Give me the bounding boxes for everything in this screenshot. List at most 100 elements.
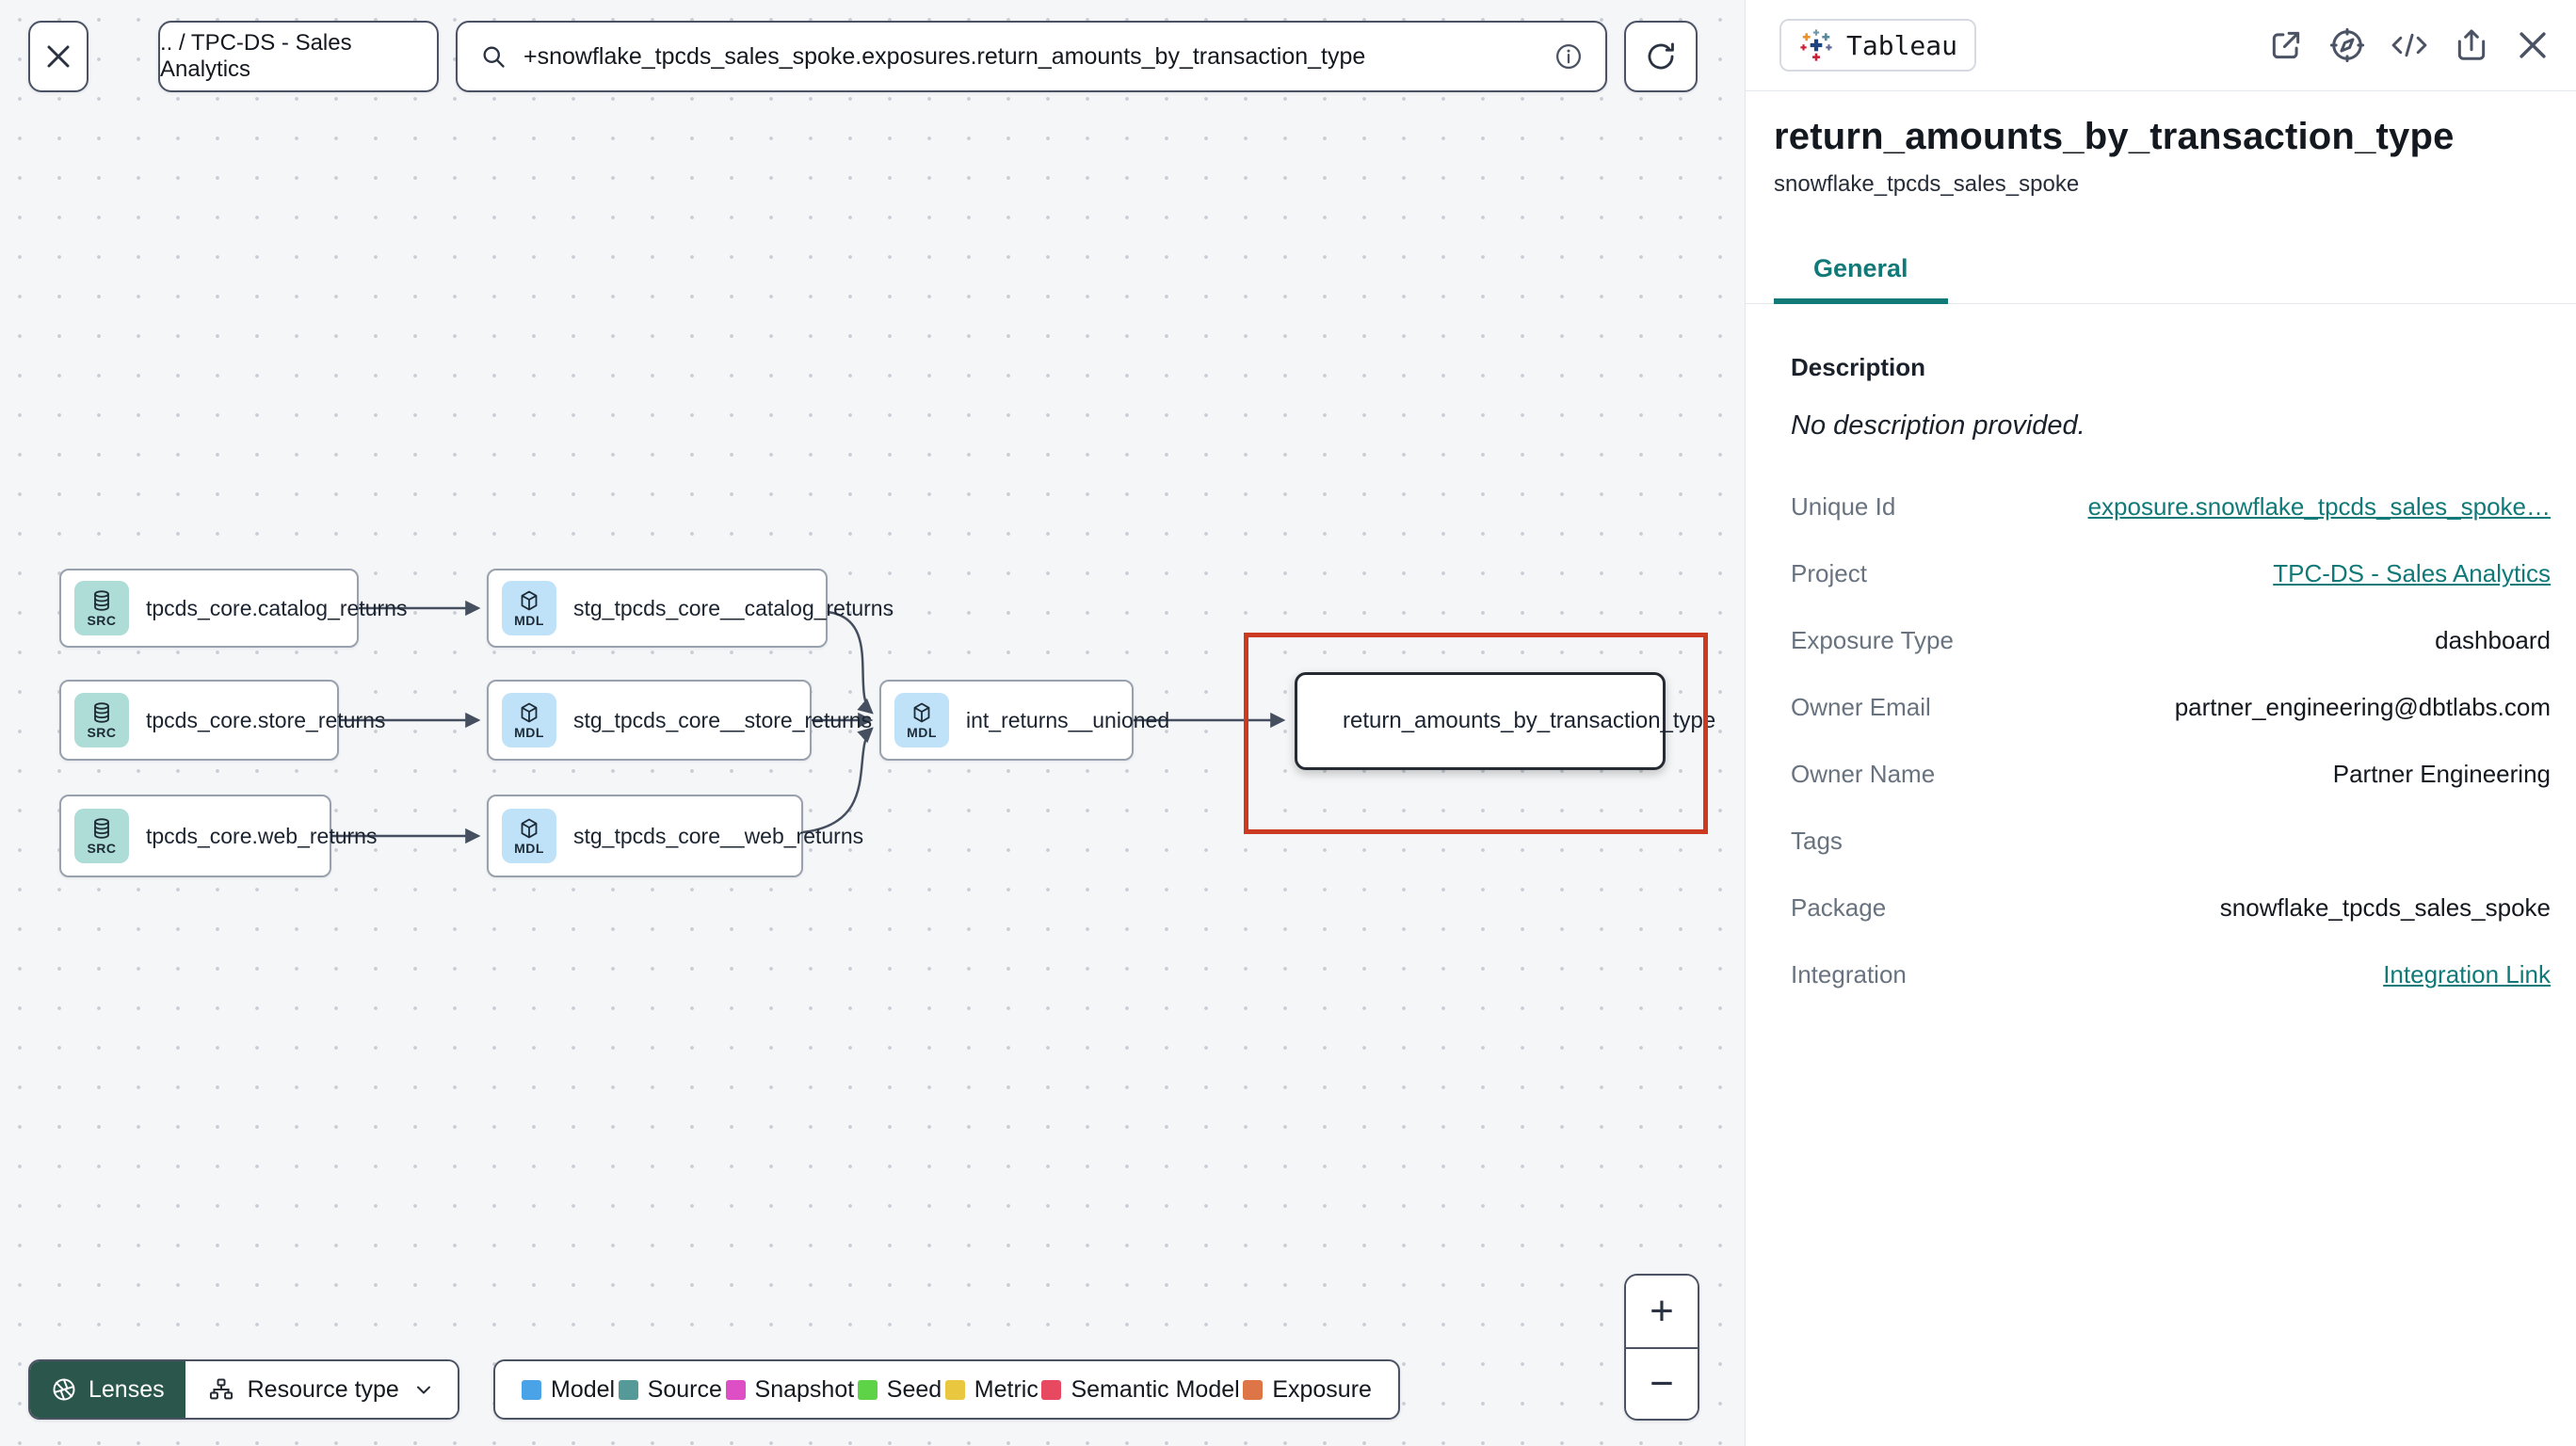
model-badge: MDL — [502, 809, 556, 863]
field-row-tags: Tags — [1791, 827, 1843, 855]
close-panel-button[interactable] — [2515, 27, 2551, 63]
model-badge: MDL — [502, 693, 556, 747]
legend-item-snapshot: Snapshot — [725, 1376, 854, 1404]
field-row-unique-id: Unique Id exposure.snowflake_tpcds_sales… — [1791, 492, 2551, 522]
close-icon — [2520, 32, 2546, 58]
node-source-store-returns[interactable]: SRC tpcds_core.store_returns — [59, 680, 385, 761]
resource-details-panel: Tableau return_amounts_by_transaction_ty… — [1745, 0, 2576, 1446]
lenses-label: Lenses — [89, 1375, 165, 1403]
unique-id-link[interactable]: exposure.snowflake_tpcds_sales_spoke… — [2088, 492, 2551, 522]
hierarchy-icon — [209, 1378, 233, 1400]
legend-item-semantic-model: Semantic Model — [1041, 1376, 1240, 1404]
integration-link[interactable]: Integration Link — [2383, 960, 2551, 989]
resource-title: return_amounts_by_transaction_type — [1774, 116, 2455, 157]
panel-actions — [2268, 27, 2551, 63]
general-tab-content: Description No description provided. Uni… — [1746, 353, 2576, 1008]
cube-icon — [518, 701, 540, 724]
node-label: tpcds_core.store_returns — [146, 707, 386, 732]
tab-general[interactable]: General — [1774, 254, 1948, 304]
code-icon — [2391, 33, 2427, 57]
breadcrumb-label: .. / TPC-DS - Sales Analytics — [160, 30, 352, 82]
semantic-model-swatch — [1041, 1379, 1062, 1400]
refresh-lineage-button[interactable] — [1624, 21, 1698, 92]
field-row-integration: Integration Integration Link — [1791, 960, 2551, 989]
zoom-in-button[interactable]: + — [1626, 1276, 1698, 1347]
seed-swatch — [857, 1379, 877, 1400]
source-badge: SRC — [74, 581, 129, 635]
lenses-button[interactable]: Lenses — [30, 1361, 185, 1418]
cube-icon — [518, 589, 540, 612]
tableau-integration-badge[interactable]: Tableau — [1779, 19, 1977, 72]
details-field-list: Unique Id exposure.snowflake_tpcds_sales… — [1791, 474, 2551, 1008]
node-source-catalog-returns[interactable]: SRC tpcds_core.catalog_returns — [59, 569, 407, 648]
model-badge: MDL — [502, 581, 556, 635]
database-icon — [90, 701, 113, 724]
info-icon[interactable] — [1554, 42, 1583, 71]
open-external-button[interactable] — [2268, 27, 2304, 63]
package-value: snowflake_tpcds_sales_spoke — [2219, 893, 2551, 922]
model-swatch — [522, 1379, 541, 1400]
legend-item-source: Source — [618, 1376, 722, 1404]
field-row-owner-email: Owner Email partner_engineering@dbtlabs.… — [1791, 693, 2551, 721]
owner-name-value: Partner Engineering — [2332, 760, 2551, 788]
node-source-web-returns[interactable]: SRC tpcds_core.web_returns — [59, 795, 377, 877]
exposure-swatch — [1243, 1379, 1264, 1400]
aperture-icon — [53, 1378, 75, 1401]
tableau-logo-icon — [1798, 27, 1834, 63]
node-stg-store-returns[interactable]: MDL stg_tpcds_core__store_returns — [487, 680, 872, 761]
source-badge: SRC — [74, 693, 129, 747]
database-icon — [90, 817, 113, 840]
cube-icon — [518, 817, 540, 840]
share-button[interactable] — [2454, 27, 2489, 63]
lineage-search-bar[interactable]: +snowflake_tpcds_sales_spoke.exposures.r… — [456, 21, 1607, 92]
field-row-exposure-type: Exposure Type dashboard — [1791, 626, 2551, 654]
field-row-project: Project TPC-DS - Sales Analytics — [1791, 559, 2551, 588]
zoom-out-button[interactable]: − — [1626, 1347, 1698, 1419]
integration-badge-label: Tableau — [1846, 29, 1958, 61]
view-code-button[interactable] — [2391, 27, 2428, 63]
legend-item-seed: Seed — [857, 1376, 942, 1404]
node-int-returns-unioned[interactable]: MDL int_returns__unioned — [879, 680, 1169, 761]
panel-header: Tableau — [1746, 0, 2576, 91]
lenses-control: Lenses Resource type — [28, 1359, 459, 1420]
legend-item-metric: Metric — [944, 1376, 1038, 1404]
node-label: tpcds_core.catalog_returns — [146, 595, 408, 620]
lineage-canvas[interactable]: .. / TPC-DS - Sales Analytics +snowflake… — [0, 0, 1745, 1446]
node-label: stg_tpcds_core__web_returns — [573, 823, 864, 848]
external-link-icon — [2272, 31, 2300, 59]
description-empty-text: No description provided. — [1791, 410, 2085, 441]
node-label: return_amounts_by_transaction_type — [1343, 708, 1716, 733]
node-stg-catalog-returns[interactable]: MDL stg_tpcds_core__catalog_returns — [487, 569, 894, 648]
search-input[interactable]: +snowflake_tpcds_sales_spoke.exposures.r… — [523, 43, 1538, 71]
share-icon — [2457, 29, 2486, 60]
node-label: stg_tpcds_core__catalog_returns — [573, 595, 894, 620]
close-lineage-button[interactable] — [28, 21, 89, 92]
field-row-owner-name: Owner Name Partner Engineering — [1791, 760, 2551, 788]
source-swatch — [618, 1379, 638, 1400]
breadcrumb[interactable]: .. / TPC-DS - Sales Analytics — [158, 21, 439, 92]
zoom-controls: + − — [1624, 1274, 1699, 1421]
resource-package-subtitle: snowflake_tpcds_sales_spoke — [1774, 171, 2080, 197]
explore-button[interactable] — [2329, 27, 2365, 63]
resource-type-label: Resource type — [247, 1375, 399, 1403]
metric-swatch — [944, 1379, 965, 1400]
legend-item-exposure: Exposure — [1243, 1376, 1372, 1404]
project-link[interactable]: TPC-DS - Sales Analytics — [2273, 559, 2551, 588]
resource-type-dropdown[interactable]: Resource type — [185, 1361, 458, 1418]
source-badge: SRC — [74, 809, 129, 863]
panel-tabs: General — [1746, 254, 2576, 304]
node-label: tpcds_core.web_returns — [146, 823, 378, 848]
description-heading: Description — [1791, 353, 1926, 381]
database-icon — [90, 589, 113, 612]
dbt-explorer-lineage-view: .. / TPC-DS - Sales Analytics +snowflake… — [0, 0, 2576, 1446]
owner-email-value: partner_engineering@dbtlabs.com — [2174, 693, 2551, 721]
exposure-type-value: dashboard — [2435, 626, 2551, 654]
node-label: stg_tpcds_core__store_returns — [573, 707, 873, 732]
search-icon — [483, 46, 505, 68]
close-icon — [47, 45, 70, 68]
legend-item-model: Model — [522, 1376, 615, 1404]
snapshot-swatch — [725, 1379, 746, 1400]
node-exposure-return-amounts[interactable]: return_amounts_by_transaction_type — [1295, 672, 1715, 770]
node-stg-web-returns[interactable]: MDL stg_tpcds_core__web_returns — [487, 795, 863, 877]
resource-type-legend: Model Source Snapshot Seed Metric Semant… — [493, 1359, 1400, 1420]
